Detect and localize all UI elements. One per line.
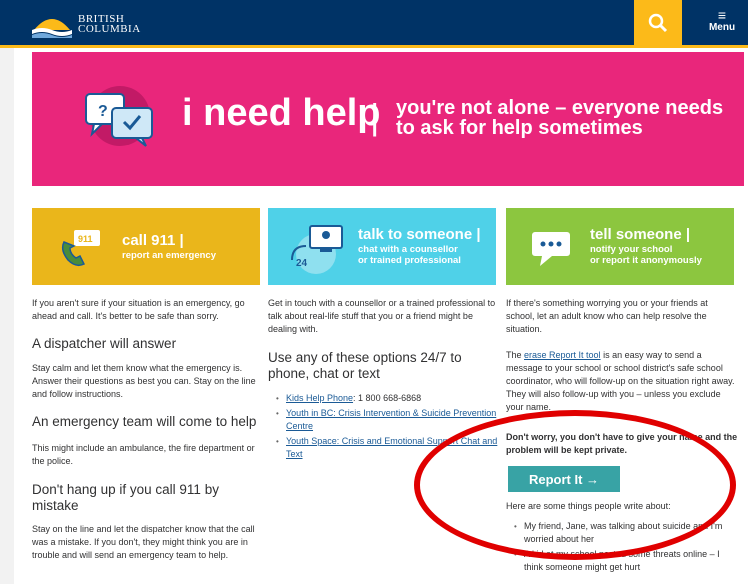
col1-para-dispatcher: Stay calm and let them know what the eme…: [32, 363, 256, 399]
col3-section: The erase Report It tool is an easy way …: [506, 349, 738, 414]
search-button[interactable]: [634, 0, 682, 45]
search-icon: [648, 13, 668, 32]
list-item: My friend, Jane, was talking about suici…: [506, 520, 738, 546]
col2-heading-options: Use any of these options 24/7 to phone, …: [268, 350, 462, 381]
hero-subtitle-line-1: you're not alone – everyone needs: [396, 97, 724, 119]
hamburger-icon: ≡: [717, 7, 727, 23]
hero-subtitle: you're not alone – everyone needs to ask…: [396, 98, 726, 138]
tell-someone-column: If there's something worrying you or you…: [506, 297, 738, 336]
col1-section-1: A dispatcher will answer: [32, 336, 264, 352]
card-title-tell: tell someone |: [590, 226, 691, 243]
menu-label: Menu: [708, 22, 736, 33]
support-links-list: Kids Help Phone: 1 800 668-6868 Youth in…: [268, 392, 500, 461]
col1-heading-dont-hang-up: Don't hang up if you call 911 by mistake: [32, 482, 219, 513]
erase-report-it-link[interactable]: erase Report It tool: [524, 350, 601, 360]
list-item: A kid at my school posted some threats o…: [506, 548, 738, 574]
col1-section-2-body: This might include an ambulance, the fir…: [32, 442, 264, 468]
card-sub-talk-line-1: chat with a counsellor: [358, 244, 458, 255]
svg-text:24: 24: [296, 258, 308, 269]
col3-privacy-note: Don't worry, you don't have to give your…: [506, 432, 738, 455]
col2-links: Kids Help Phone: 1 800 668-6868 Youth in…: [268, 392, 500, 463]
col3-examples-intro: Here are some things people write about:: [506, 500, 738, 513]
col1-section-1-body: Stay calm and let them know what the eme…: [32, 362, 264, 401]
talk-column: Get in touch with a counsellor or a trai…: [268, 297, 500, 336]
card-title-call-911: call 911 |: [122, 232, 184, 249]
call-911-card[interactable]: 911 call 911 | report an emergency: [32, 208, 260, 285]
col2-intro: Get in touch with a counsellor or a trai…: [268, 298, 496, 334]
kids-help-phone-link[interactable]: Kids Help Phone: [286, 393, 353, 403]
hero-title: i need help: [182, 92, 381, 134]
menu-button[interactable]: ≡ Menu: [700, 4, 744, 44]
list-item: Youth in BC: Crisis Intervention & Suici…: [268, 407, 500, 433]
col1-intro: If you aren't sure if your situation is …: [32, 298, 245, 321]
col2-section: Use any of these options 24/7 to phone, …: [268, 350, 500, 382]
hero-banner: ? i need help | you're not alone – every…: [32, 52, 744, 186]
col3-intro: If there's something worrying you or you…: [506, 298, 708, 334]
card-sub-call-911: report an emergency: [122, 250, 216, 261]
svg-text:?: ?: [98, 103, 108, 120]
col1-heading-emergency-team: An emergency team will come to help: [32, 414, 257, 429]
bc-logo[interactable]: BRITISH COLUMBIA: [30, 8, 170, 40]
logo-line-2: COLUMBIA: [78, 23, 141, 35]
phone-911-icon: 911: [61, 230, 100, 267]
col1-section-2: An emergency team will come to help: [32, 414, 264, 430]
list-item: Youth Space: Crisis and Emotional Suppor…: [268, 435, 500, 461]
youth-in-bc-link[interactable]: Youth in BC: Crisis Intervention & Suici…: [286, 408, 496, 431]
site-header: BRITISH COLUMBIA ≡ Menu: [0, 0, 748, 48]
col3-para-report-tool: The erase Report It tool is an easy way …: [506, 349, 738, 414]
col1-section-3: Don't hang up if you call 911 by mistake: [32, 482, 264, 514]
kids-help-phone-number: : 1 800 668-6868: [353, 393, 422, 403]
list-item: Kids Help Phone: 1 800 668-6868: [268, 392, 500, 405]
hero-divider: |: [370, 96, 380, 137]
card-sub-talk-line-2: or trained professional: [358, 255, 461, 266]
sun-logo-icon: [32, 19, 72, 38]
col1-section-3-body: Stay on the line and let the dispatcher …: [32, 523, 264, 562]
youth-space-link[interactable]: Youth Space: Crisis and Emotional Suppor…: [286, 436, 497, 459]
card-sub-tell-line-2: or report it anonymously: [590, 255, 702, 266]
col3-examples: My friend, Jane, was talking about suici…: [506, 520, 738, 576]
examples-list: My friend, Jane, was talking about suici…: [506, 520, 738, 574]
col3-privacy: Don't worry, you don't have to give your…: [506, 431, 738, 457]
logo-wordmark: BRITISH COLUMBIA: [78, 14, 141, 35]
col1-para-emergency-team: This might include an ambulance, the fir…: [32, 443, 255, 466]
talk-to-someone-card[interactable]: 24 talk to someone | chat with a counsel…: [268, 208, 496, 285]
col3-text-pre: The: [506, 350, 525, 360]
svg-text:911: 911: [78, 234, 93, 244]
left-gutter: [0, 48, 14, 584]
chat-bubbles-icon: ?: [85, 86, 153, 147]
computer-24-icon: 24: [291, 225, 343, 274]
col3-examples-label: Here are some things people write about:: [506, 501, 671, 511]
col1-heading-dispatcher: A dispatcher will answer: [32, 336, 177, 351]
call-911-column: If you aren't sure if your situation is …: [32, 297, 264, 323]
col1-para-dont-hang-up: Stay on the line and let the dispatcher …: [32, 524, 255, 560]
card-sub-tell-line-1: notify your school: [590, 244, 673, 255]
hero-subtitle-line-2: to ask for help sometimes: [396, 117, 643, 139]
tell-someone-card[interactable]: tell someone | notify your school or rep…: [506, 208, 734, 285]
message-bubble-icon: [532, 232, 570, 266]
report-it-button[interactable]: Report It →: [508, 466, 620, 492]
card-title-talk: talk to someone |: [358, 226, 481, 243]
